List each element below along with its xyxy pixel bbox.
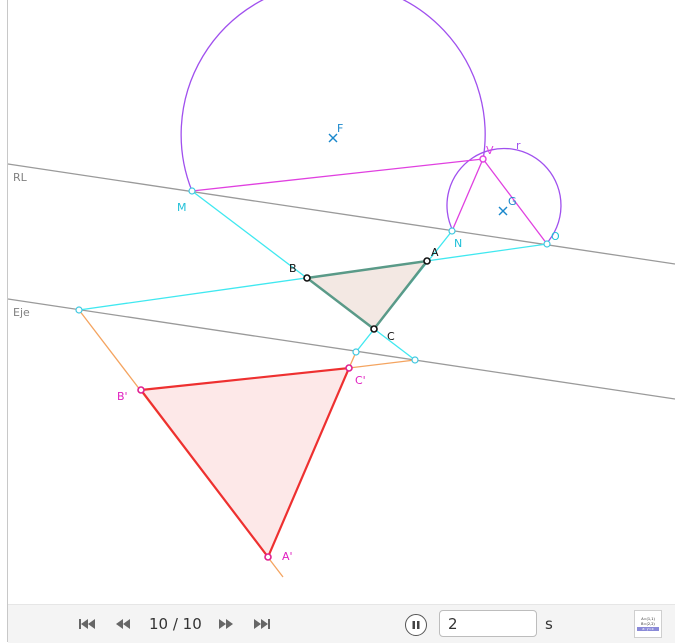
point-eje-m[interactable] [411, 356, 419, 364]
label-o: O [551, 230, 560, 243]
point-m[interactable] [188, 187, 196, 195]
label-a: A [431, 246, 439, 259]
step-back-button[interactable] [112, 615, 134, 633]
label-m: M [177, 201, 187, 214]
point-b-prime[interactable] [137, 386, 145, 394]
circle-small-arc[interactable] [446, 147, 562, 245]
circle-large-arc[interactable] [180, 0, 486, 192]
label-c: C [387, 330, 395, 343]
point-c[interactable] [370, 325, 378, 333]
geometry-canvas[interactable]: RL Eje A B C A' B' C' M N O V F G r [0, 0, 675, 604]
point-a-prime[interactable] [264, 553, 272, 561]
speed-unit-label: s [545, 615, 553, 633]
algebra-view-icon-line: a: y=x [637, 627, 659, 631]
algebra-view-icon-line: A=(1,1) [641, 617, 655, 621]
algebra-view-icon-line: B=(2,2) [641, 622, 655, 626]
line-orange-c[interactable] [348, 359, 416, 369]
label-f: F [337, 122, 343, 135]
point-eje-left[interactable] [75, 306, 83, 314]
triangle-abc[interactable] [303, 259, 430, 331]
label-c-prime: C' [355, 374, 366, 387]
skip-to-end-button[interactable] [251, 615, 273, 633]
skip-to-start-button[interactable] [76, 615, 98, 633]
animation-speed-input[interactable] [439, 610, 537, 637]
step-forward-icon [219, 619, 233, 629]
label-r: r [516, 139, 521, 152]
step-back-icon [116, 619, 130, 629]
label-g: G [508, 195, 517, 208]
point-o[interactable] [543, 240, 551, 248]
label-b-prime: B' [117, 390, 128, 403]
step-counter: 10 / 10 [149, 615, 202, 633]
label-eje: Eje [13, 306, 30, 319]
label-b: B [289, 262, 297, 275]
algebra-view-button[interactable]: A=(1,1) B=(2,2) a: y=x [634, 610, 662, 638]
pause-button[interactable] [405, 614, 427, 636]
playback-toolbar: 10 / 10 s A=(1,1) B=(2,2) a: y=x [8, 604, 675, 643]
segment-vn[interactable] [451, 158, 484, 232]
skip-to-end-icon [254, 619, 270, 629]
point-b[interactable] [303, 274, 311, 282]
pause-icon [412, 621, 420, 629]
point-f[interactable] [328, 133, 338, 143]
label-n: N [454, 237, 462, 250]
line-rl[interactable] [7, 163, 675, 265]
segment-mv[interactable] [191, 158, 484, 192]
label-v: V [486, 144, 494, 157]
label-rl: RL [13, 171, 28, 184]
step-forward-button[interactable] [215, 615, 237, 633]
point-a[interactable] [423, 257, 431, 265]
point-n[interactable] [448, 227, 456, 235]
point-eje-c[interactable] [352, 348, 360, 356]
point-c-prime[interactable] [345, 364, 353, 372]
point-g[interactable] [498, 206, 508, 216]
label-a-prime: A' [282, 550, 293, 563]
triangle-abc-prime[interactable] [138, 366, 351, 560]
skip-to-start-icon [79, 619, 95, 629]
